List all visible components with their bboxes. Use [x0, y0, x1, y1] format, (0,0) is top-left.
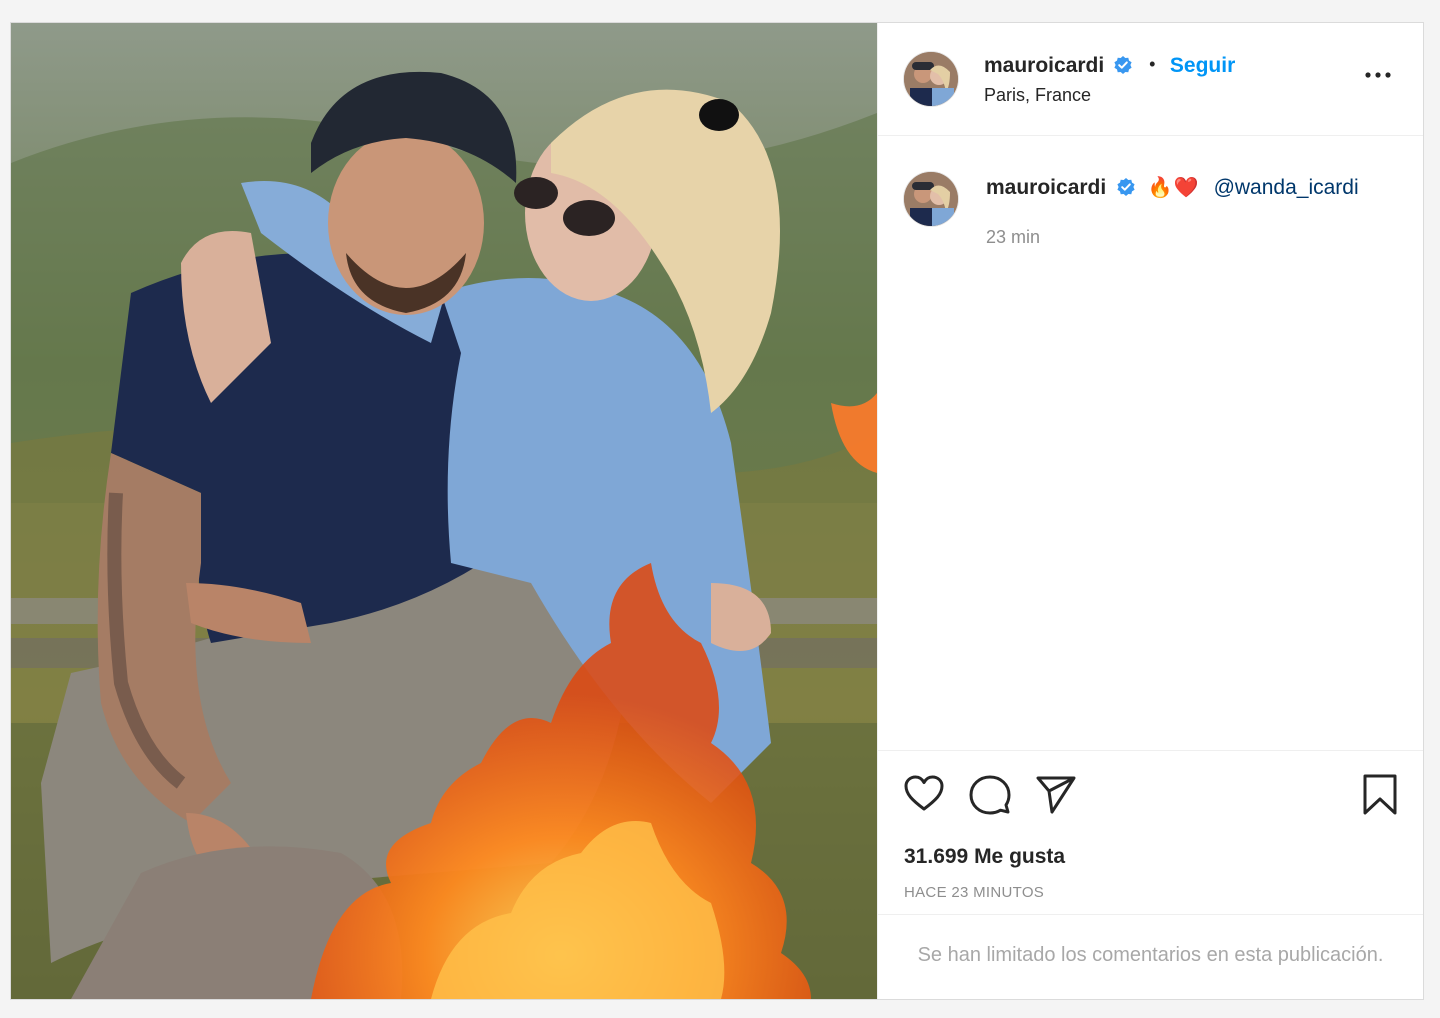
- post-photo[interactable]: [11, 23, 877, 999]
- mention-link[interactable]: @wanda_icardi: [1214, 176, 1359, 199]
- comment-icon[interactable]: [968, 773, 1012, 815]
- instagram-post: mauroicardi • Seguir Paris, France mauro…: [10, 22, 1424, 1000]
- avatar[interactable]: [904, 52, 958, 106]
- post-header: mauroicardi • Seguir Paris, France: [878, 23, 1423, 136]
- caption-username-link[interactable]: mauroicardi: [986, 176, 1106, 199]
- header-username-row: mauroicardi • Seguir: [984, 54, 1235, 78]
- post-actions: 31.699 Me gusta HACE 23 MINUTOS: [878, 750, 1423, 915]
- likes-count[interactable]: 31.699 Me gusta: [904, 845, 1065, 869]
- avatar[interactable]: [904, 172, 958, 226]
- share-icon[interactable]: [1034, 773, 1078, 815]
- location-link[interactable]: Paris, France: [984, 85, 1091, 106]
- caption-timestamp: 23 min: [986, 227, 1041, 247]
- caption-line: mauroicardi 🔥❤️ @wanda_icardi: [986, 175, 1359, 200]
- separator-dot: •: [1149, 54, 1156, 74]
- follow-button[interactable]: Seguir: [1170, 54, 1235, 77]
- post-side-panel: mauroicardi • Seguir Paris, France mauro…: [877, 23, 1423, 999]
- more-options-icon[interactable]: [1363, 65, 1393, 85]
- verified-badge-icon: [1117, 178, 1135, 196]
- heart-icon[interactable]: [902, 773, 946, 813]
- caption-emojis: 🔥❤️: [1147, 177, 1200, 199]
- bookmark-icon[interactable]: [1361, 773, 1399, 817]
- username-link[interactable]: mauroicardi: [984, 54, 1104, 77]
- comments-limited-notice: Se han limitado los comentarios en esta …: [917, 944, 1384, 966]
- verified-badge-icon: [1114, 56, 1132, 74]
- post-timestamp: HACE 23 MINUTOS: [904, 884, 1045, 901]
